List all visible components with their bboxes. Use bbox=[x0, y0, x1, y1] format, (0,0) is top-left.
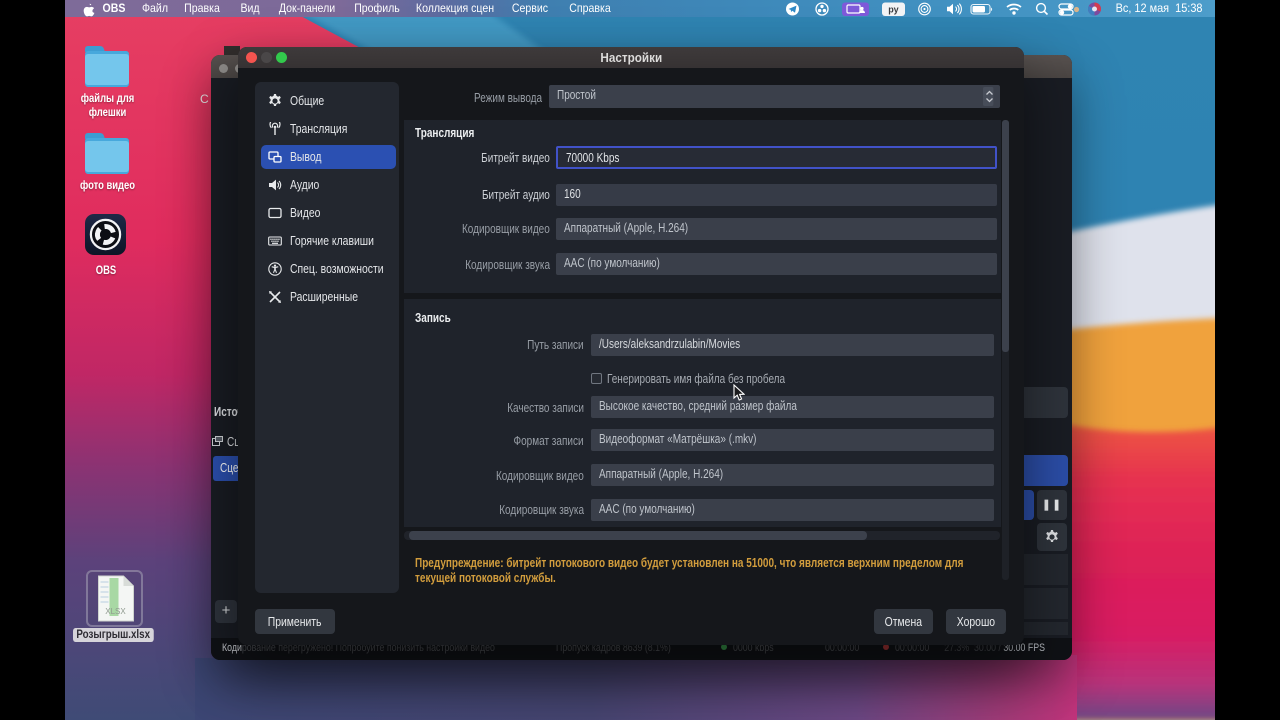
svg-text:XLSX: XLSX bbox=[105, 607, 126, 616]
svg-text:ру: ру bbox=[888, 5, 898, 15]
